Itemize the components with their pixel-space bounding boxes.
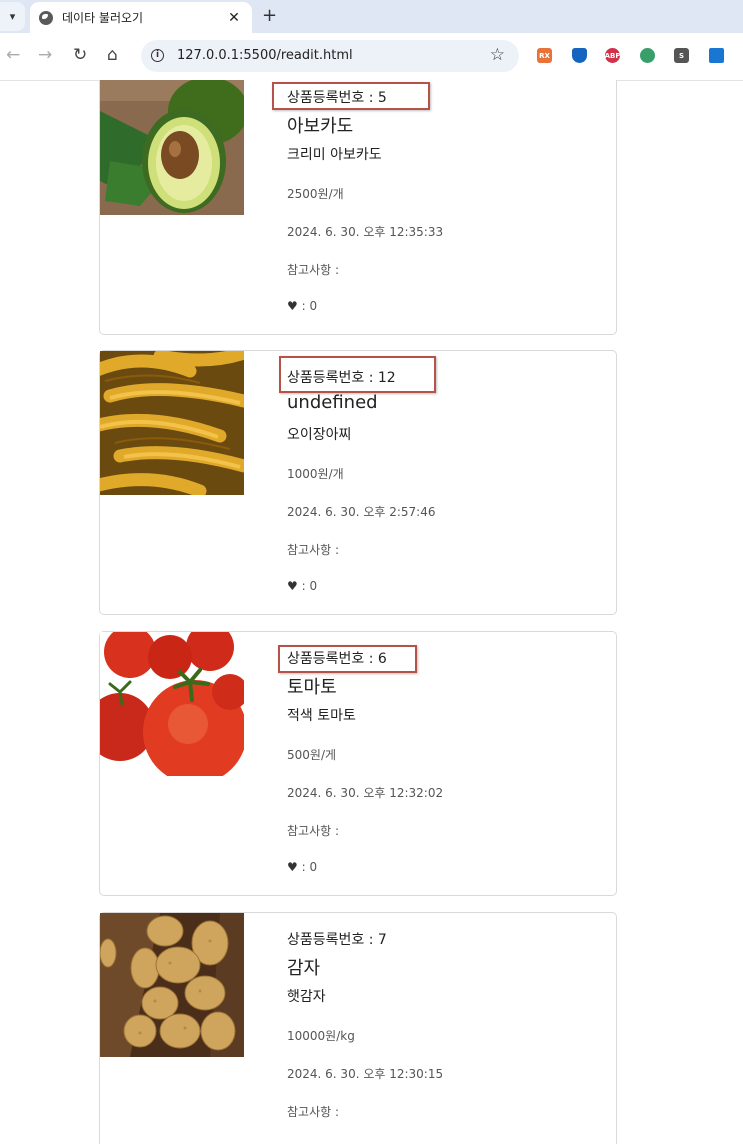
- product-price: 1000원/개: [287, 467, 344, 481]
- active-tab[interactable]: 데이타 불러오기 ✕: [30, 2, 252, 33]
- product-card: 상품등록번호 : 6 토마토 적색 토마토 500원/게 2024. 6. 30…: [99, 631, 617, 896]
- browser-toolbar: ← → ↻ ⌂ i 127.0.0.1:5500/readit.html ☆ R…: [0, 33, 743, 81]
- product-name: 감자: [287, 958, 321, 979]
- heart-icon[interactable]: ♥: [287, 299, 298, 313]
- product-name: 아보카도: [287, 116, 354, 137]
- globe-icon: [39, 10, 53, 25]
- site-info-icon[interactable]: i: [151, 49, 164, 62]
- product-description: 적색 토마토: [287, 708, 356, 724]
- product-description: 크리미 아보카도: [287, 147, 382, 163]
- tab-close-icon[interactable]: ✕: [224, 10, 244, 26]
- product-image-tomato: [100, 632, 244, 776]
- note-label: 참고사항 :: [287, 543, 340, 557]
- extension-s-icon[interactable]: S: [674, 48, 689, 63]
- like-count: ♥ : 0: [287, 299, 318, 313]
- highlight-box: [278, 645, 417, 673]
- product-name: undefined: [287, 392, 378, 413]
- heart-icon[interactable]: ♥: [287, 860, 298, 874]
- bookmark-star-icon[interactable]: ☆: [490, 45, 505, 65]
- product-price: 2500원/개: [287, 187, 344, 201]
- registration-number: 상품등록번호 : 7: [287, 932, 387, 948]
- highlight-box: [279, 356, 436, 393]
- registered-date: 2024. 6. 30. 오후 12:32:02: [287, 786, 444, 800]
- product-price: 10000원/kg: [287, 1029, 355, 1043]
- product-card: 상품등록번호 : 7 감자 햇감자 10000원/kg 2024. 6. 30.…: [99, 912, 617, 1144]
- like-count: ♥ : 0: [287, 860, 318, 874]
- like-count: ♥ : 0: [287, 579, 318, 593]
- product-description: 햇감자: [287, 989, 326, 1005]
- tab-search-button[interactable]: ▾: [0, 2, 25, 31]
- registered-date: 2024. 6. 30. 오후 12:30:15: [287, 1067, 444, 1081]
- address-bar[interactable]: i 127.0.0.1:5500/readit.html ☆: [141, 40, 519, 72]
- extension-adblock-icon[interactable]: ABP: [605, 48, 620, 63]
- page-content: 상품등록번호 : 5 아보카도 크리미 아보카도 2500원/개 2024. 6…: [0, 80, 743, 1144]
- note-label: 참고사항 :: [287, 1105, 340, 1119]
- forward-arrow-icon[interactable]: →: [38, 45, 52, 65]
- extension-rx-icon[interactable]: RX: [537, 48, 552, 63]
- note-label: 참고사항 :: [287, 824, 340, 838]
- url-text[interactable]: 127.0.0.1:5500/readit.html: [177, 48, 353, 63]
- tab-title: 데이타 불러오기: [62, 11, 144, 25]
- product-card: 상품등록번호 : 5 아보카도 크리미 아보카도 2500원/개 2024. 6…: [99, 80, 617, 335]
- tab-strip: ▾ 데이타 불러오기 ✕ +: [0, 0, 743, 33]
- registered-date: 2024. 6. 30. 오후 12:35:33: [287, 225, 444, 239]
- product-card: 상품등록번호 : 12 undefined 오이장아찌 1000원/개 2024…: [99, 350, 617, 615]
- highlight-box: [272, 82, 430, 110]
- home-icon[interactable]: ⌂: [107, 45, 118, 65]
- note-label: 참고사항 :: [287, 263, 340, 277]
- product-name: 토마토: [287, 677, 337, 698]
- product-description: 오이장아찌: [287, 427, 352, 443]
- product-image-avocado: [100, 80, 244, 215]
- heart-icon[interactable]: ♥: [287, 579, 298, 593]
- registered-date: 2024. 6. 30. 오후 2:57:46: [287, 505, 436, 519]
- product-price: 500원/게: [287, 748, 337, 762]
- product-image-pickled-cucumber: [100, 351, 244, 495]
- new-tab-button[interactable]: +: [262, 5, 277, 26]
- product-image-potato: [100, 913, 244, 1057]
- extension-shield-icon[interactable]: [572, 48, 587, 63]
- back-arrow-icon[interactable]: ←: [6, 45, 20, 65]
- extension-translate-icon[interactable]: [640, 48, 655, 63]
- extension-doc-icon[interactable]: [709, 48, 724, 63]
- reload-icon[interactable]: ↻: [73, 45, 87, 65]
